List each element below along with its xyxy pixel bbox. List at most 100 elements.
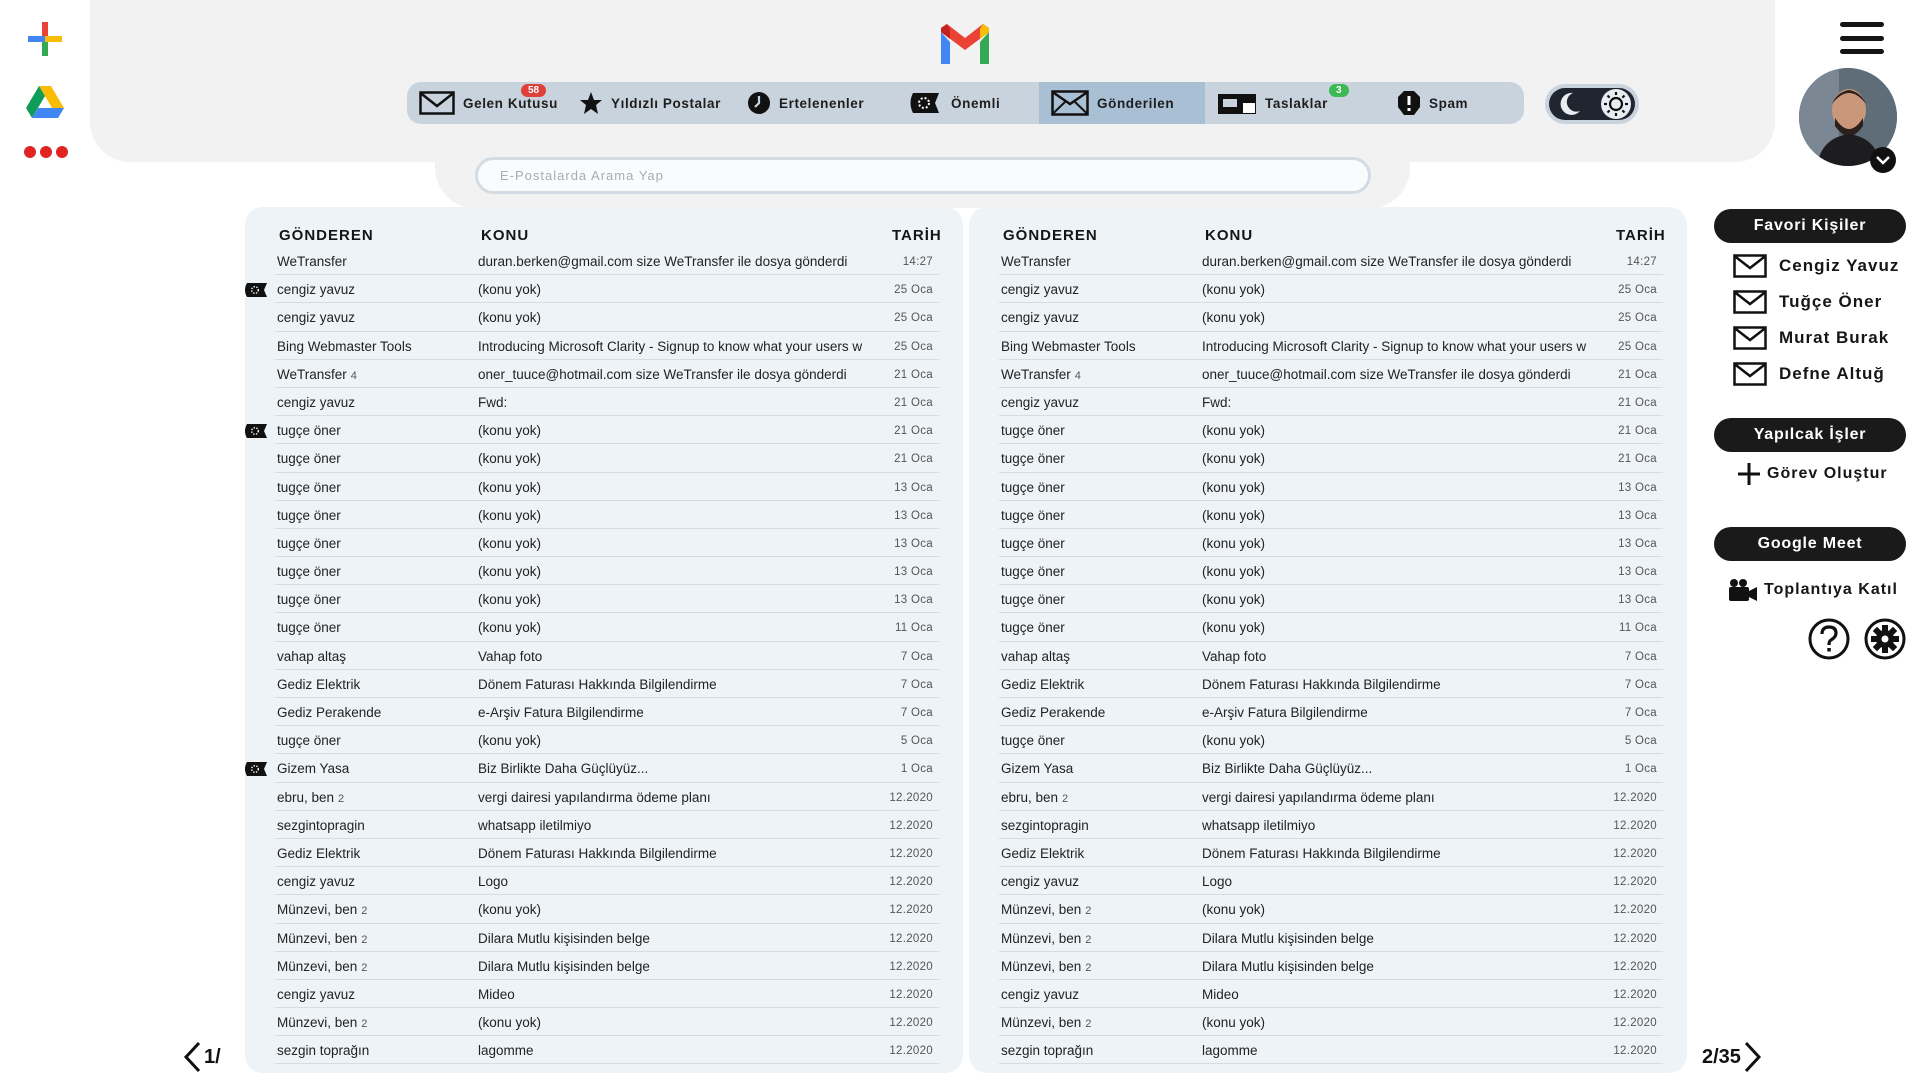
tasks-title[interactable]: Yapılcak İşler [1714, 418, 1906, 452]
email-row[interactable]: tugçe öner (konu yok) 13 Oca [999, 557, 1663, 586]
email-row[interactable]: Münzevi, ben 2 Dilara Mutlu kişisinden bel… [999, 924, 1663, 952]
email-row[interactable]: cengiz yavuz Mideo 12.2020 [275, 980, 939, 1009]
email-row[interactable]: Bing Webmaster Tools Introducing Microsof… [275, 332, 939, 360]
add-icon[interactable] [28, 22, 62, 56]
email-row[interactable]: cengiz yavuz (konu yok) 25 Oca [245, 275, 939, 304]
email-sender: sezgintopragin [1001, 818, 1093, 833]
col-subject[interactable]: KONU [481, 227, 529, 244]
email-row[interactable]: sezgin toprağın lagomme 12.2020 [999, 1036, 1663, 1065]
email-row[interactable]: tugçe öner (konu yok) 13 Oca [999, 529, 1663, 558]
email-row[interactable]: Gediz Elektrik Dönem Faturası Hakkında Bi… [999, 670, 1663, 698]
email-row[interactable]: Münzevi, ben 2 (konu yok) 12.2020 [275, 1008, 939, 1037]
nav-spam[interactable]: Spam [1385, 82, 1524, 124]
email-row[interactable]: vahap altaş Vahap foto 7 Oca [275, 642, 939, 670]
nav-drafts[interactable]: Taslaklar 3 [1205, 82, 1385, 124]
email-row[interactable]: Gediz Elektrik Dönem Faturası Hakkında Bi… [275, 670, 939, 698]
email-row[interactable]: sezgin toprağın lagomme 12.2020 [275, 1036, 939, 1065]
email-row[interactable]: tugçe öner (konu yok) 21 Oca [999, 416, 1663, 445]
email-row[interactable]: tugçe öner (konu yok) 13 Oca [275, 557, 939, 586]
important-marker-icon[interactable] [243, 282, 269, 298]
account-menu-caret[interactable] [1870, 147, 1896, 173]
sender-name: tugçe öner [1001, 479, 1065, 495]
favorite-contact[interactable]: Defne Altuğ [1733, 362, 1885, 386]
email-row[interactable]: Gediz Perakende e-Arşiv Fatura Bilgilendi… [999, 698, 1663, 727]
email-row[interactable]: cengiz yavuz Fwd: 21 Oca [275, 388, 939, 417]
email-row[interactable]: tugçe öner (konu yok) 13 Oca [275, 585, 939, 614]
email-row[interactable]: tugçe öner (konu yok) 13 Oca [999, 501, 1663, 529]
create-task-button[interactable]: Görev Oluştur [1737, 462, 1888, 486]
email-row[interactable]: sezgintopragin whatsapp iletilmiyo 12.2020 [275, 811, 939, 839]
important-marker-icon[interactable] [243, 423, 269, 439]
email-row[interactable]: tugçe öner (konu yok) 5 Oca [275, 726, 939, 755]
email-row[interactable]: tugçe öner (konu yok) 21 Oca [275, 444, 939, 473]
email-row[interactable]: ebru, ben 2 vergi dairesi yapılandırma öde… [999, 783, 1663, 811]
email-row[interactable]: Münzevi, ben 2 Dilara Mutlu kişisinden bel… [275, 952, 939, 980]
email-row[interactable]: Münzevi, ben 2 Dilara Mutlu kişisinden bel… [275, 924, 939, 952]
nav-starred[interactable]: Yıldızlı Postalar [567, 82, 735, 124]
email-row[interactable]: Gediz Elektrik Dönem Faturası Hakkında Bi… [275, 839, 939, 868]
settings-icon[interactable] [1864, 618, 1906, 660]
join-meeting-button[interactable]: Toplantıya Katıl [1728, 578, 1898, 602]
col-subject[interactable]: KONU [1205, 227, 1253, 244]
nav-sent[interactable]: Gönderilen [1039, 82, 1205, 124]
nav-important[interactable]: Önemli [895, 82, 1039, 124]
email-row[interactable]: tugçe öner (konu yok) 13 Oca [999, 473, 1663, 501]
email-row[interactable]: tugçe öner (konu yok) 13 Oca [999, 585, 1663, 614]
search-input[interactable] [475, 157, 1371, 194]
email-row[interactable]: tugçe öner (konu yok) 21 Oca [999, 444, 1663, 473]
email-row[interactable]: cengiz yavuz Fwd: 21 Oca [999, 388, 1663, 417]
drive-icon[interactable] [26, 86, 64, 120]
email-row[interactable]: Gizem Yasa Biz Birlikte Daha Güçlüyüz... 1… [999, 754, 1663, 783]
email-row[interactable]: Münzevi, ben 2 Dilara Mutlu kişisinden bel… [999, 952, 1663, 980]
email-row[interactable]: Münzevi, ben 2 (konu yok) 12.2020 [275, 895, 939, 924]
email-row[interactable]: tugçe öner (konu yok) 13 Oca [275, 501, 939, 529]
email-row[interactable]: cengiz yavuz Logo 12.2020 [275, 867, 939, 896]
pager-next[interactable]: 2/35 [1702, 1040, 1763, 1074]
email-row[interactable]: WeTransfer duran.berken@gmail.com size We… [275, 247, 939, 276]
email-row[interactable]: Gediz Elektrik Dönem Faturası Hakkında Bi… [999, 839, 1663, 868]
favorites-title[interactable]: Favori Kişiler [1714, 209, 1906, 243]
col-date[interactable]: TARİH [892, 227, 942, 244]
meet-title[interactable]: Google Meet [1714, 527, 1906, 561]
email-row[interactable]: cengiz yavuz (konu yok) 25 Oca [275, 303, 939, 332]
more-apps-icon[interactable] [24, 146, 74, 162]
email-row[interactable]: Münzevi, ben 2 (konu yok) 12.2020 [999, 1008, 1663, 1037]
sender-name: tugçe öner [1001, 535, 1065, 551]
email-row[interactable]: ebru, ben 2 vergi dairesi yapılandırma öde… [275, 783, 939, 811]
sender-name: cengiz yavuz [277, 986, 356, 1002]
email-row[interactable]: tugçe öner (konu yok) 5 Oca [999, 726, 1663, 755]
favorite-contact[interactable]: Tuğçe Öner [1733, 290, 1882, 314]
help-icon[interactable] [1808, 618, 1850, 660]
important-icon [910, 93, 939, 113]
email-row[interactable]: vahap altaş Vahap foto 7 Oca [999, 642, 1663, 670]
pager-prev[interactable]: 1/ [182, 1040, 221, 1074]
email-row[interactable]: cengiz yavuz Logo 12.2020 [999, 867, 1663, 896]
favorite-contact[interactable]: Cengiz Yavuz [1733, 254, 1899, 278]
col-sender[interactable]: GÖNDEREN [1003, 227, 1098, 244]
email-row[interactable]: WeTransfer 4 oner_tuuce@hotmail.com size W… [275, 360, 939, 388]
email-row[interactable]: Münzevi, ben 2 (konu yok) 12.2020 [999, 895, 1663, 924]
email-row[interactable]: Bing Webmaster Tools Introducing Microsof… [999, 332, 1663, 360]
nav-snoozed[interactable]: Ertelenenler [735, 82, 895, 124]
email-date: 25 Oca [894, 284, 933, 297]
theme-toggle[interactable] [1545, 84, 1639, 124]
email-row[interactable]: cengiz yavuz (konu yok) 25 Oca [999, 303, 1663, 332]
email-row[interactable]: tugçe öner (konu yok) 11 Oca [999, 613, 1663, 642]
email-row[interactable]: Gizem Yasa Biz Birlikte Daha Güçlüyüz... 1… [245, 754, 939, 783]
email-row[interactable]: WeTransfer 4 oner_tuuce@hotmail.com size W… [999, 360, 1663, 388]
email-row[interactable]: cengiz yavuz (konu yok) 25 Oca [999, 275, 1663, 304]
col-date[interactable]: TARİH [1616, 227, 1666, 244]
menu-icon[interactable] [1840, 22, 1884, 54]
email-row[interactable]: tugçe öner (konu yok) 13 Oca [275, 473, 939, 501]
email-row[interactable]: tugçe öner (konu yok) 21 Oca [245, 416, 939, 445]
email-row[interactable]: sezgintopragin whatsapp iletilmiyo 12.2020 [999, 811, 1663, 839]
email-row[interactable]: tugçe öner (konu yok) 13 Oca [275, 529, 939, 558]
col-sender[interactable]: GÖNDEREN [279, 227, 374, 244]
email-row[interactable]: Gediz Perakende e-Arşiv Fatura Bilgilendi… [275, 698, 939, 727]
email-row[interactable]: cengiz yavuz Mideo 12.2020 [999, 980, 1663, 1009]
favorite-contact[interactable]: Murat Burak [1733, 326, 1889, 350]
important-marker-icon[interactable] [243, 761, 269, 777]
email-row[interactable]: tugçe öner (konu yok) 11 Oca [275, 613, 939, 642]
nav-inbox[interactable]: Gelen Kutusu 58 [407, 82, 567, 124]
email-row[interactable]: WeTransfer duran.berken@gmail.com size We… [999, 247, 1663, 276]
